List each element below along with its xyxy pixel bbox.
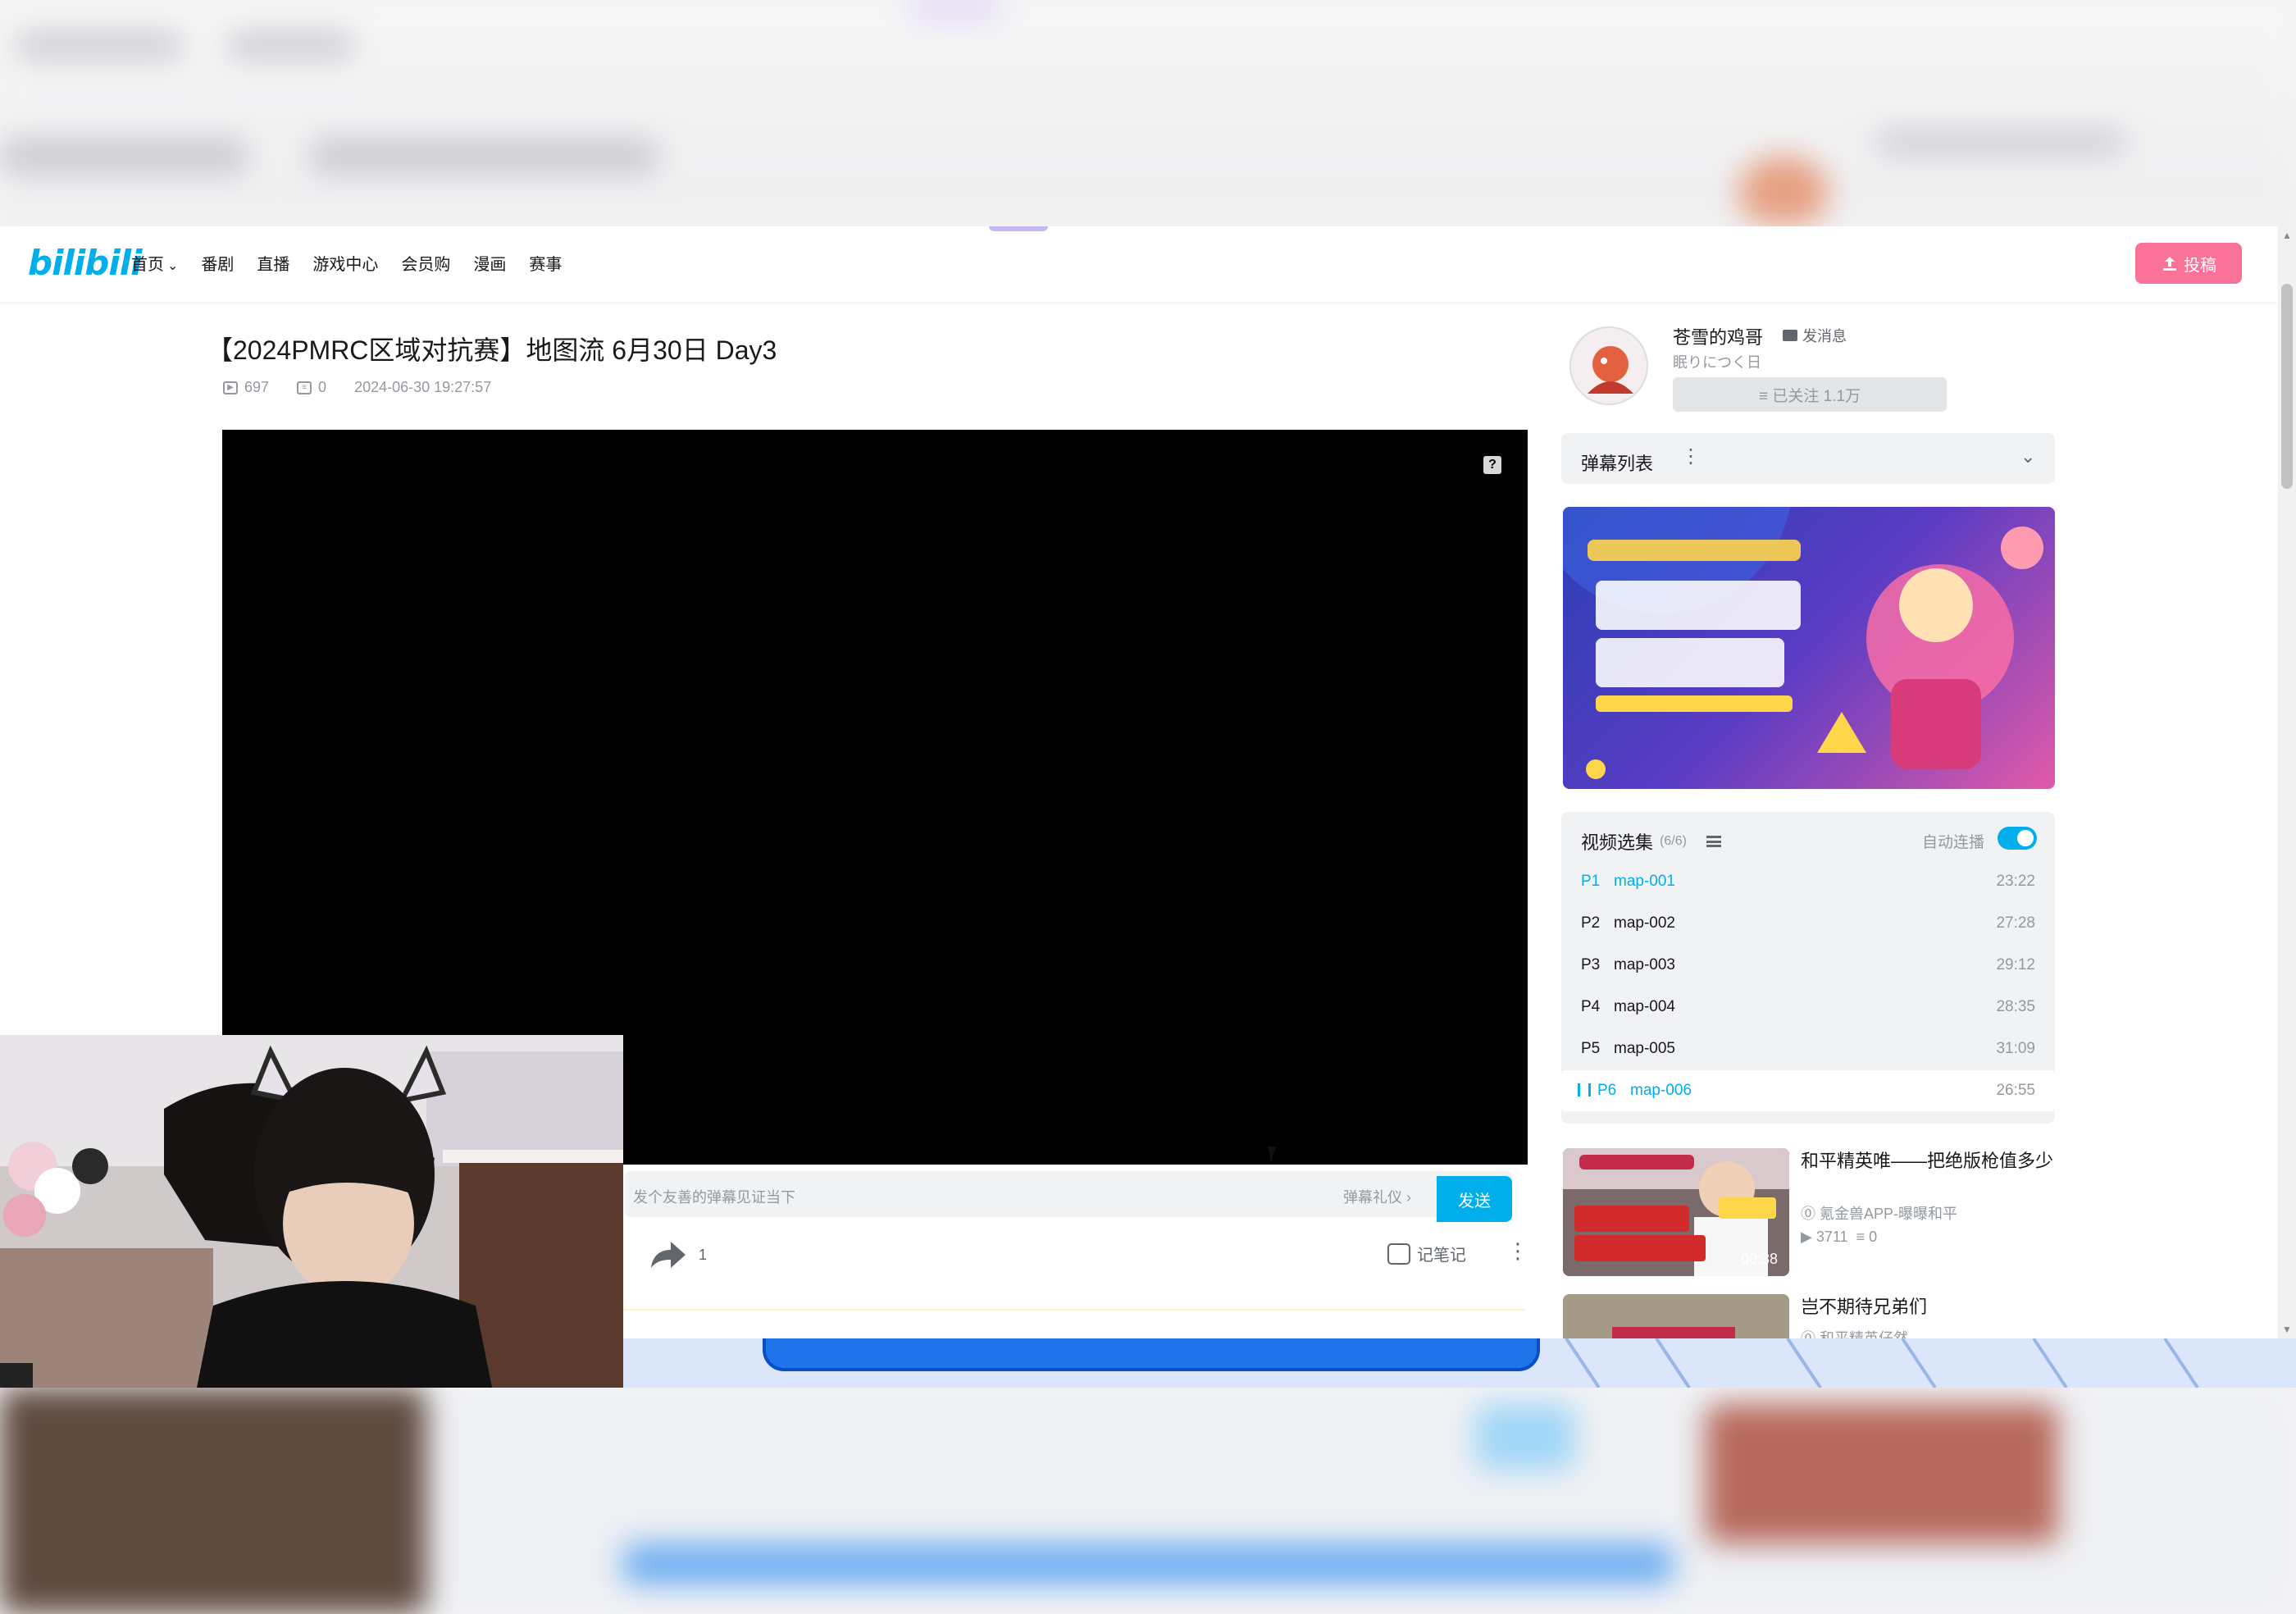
send-danmaku-button[interactable]: 发送 [1437,1176,1512,1222]
danmaku-placeholder: 发个友善的弹幕见证当下 [633,1189,795,1206]
episode-count: (6/6) [1660,834,1687,848]
bottom-game-banner [623,1338,2296,1388]
chevron-down-icon: ⌄ [167,259,179,273]
nav-home[interactable]: 首页 ⌄ [131,251,178,275]
header-indicator [989,226,1048,231]
danmaku-etiquette-link[interactable]: 弹幕礼仪 › [1343,1186,1411,1207]
uploader-name[interactable]: 苍雪的鸡哥 [1673,323,1763,349]
main-nav: 首页 ⌄ 番剧 直播 游戏中心 会员购 漫画 赛事 [131,251,562,275]
video-thumbnail[interactable] [1563,1294,1789,1338]
episode-list: 视频选集 (6/6) 自动连播 P1 map-001 23:22 P2 map-002… [1561,812,2055,1124]
upload-button[interactable]: 投稿 [2135,243,2242,284]
episode-item[interactable]: P3 map-003 29:12 [1561,945,2055,986]
episode-list-header: 视频选集 (6/6) [1581,828,1721,855]
recommended-title[interactable]: 岂不期待兄弟们 [1801,1296,2055,1319]
video-title: 【2024PMRC区域对抗赛】地图流 6月30日 Day3 [207,335,777,365]
share-icon[interactable] [648,1238,687,1271]
video-thumbnail[interactable]: 00:38 [1563,1148,1789,1276]
divider [623,1309,1525,1311]
episode-item-active[interactable]: P6 map-006 26:55 [1561,1070,2055,1111]
video-actions: 1 记笔记 ⋮ [623,1232,1528,1281]
page-scrollbar[interactable]: ▲ ▼ [2278,226,2296,1338]
autoplay-label: 自动连播 [1922,834,1985,851]
episode-item[interactable]: P2 map-002 27:28 [1561,903,2055,944]
video-meta: ▶ 697 ≡ 0 2024-06-30 19:27:57 [223,379,491,396]
upload-icon [2163,257,2176,271]
note-button[interactable]: 记笔记 [1387,1242,1466,1265]
more-icon[interactable]: ⋮ [1507,1240,1528,1261]
help-icon[interactable]: ? [1483,456,1501,474]
recommended-title[interactable]: 和平精英唯——把绝版枪值多少 [1801,1150,2055,1173]
list-icon[interactable] [1706,836,1721,847]
nav-game-center[interactable]: 游戏中心 [312,251,378,275]
blurred-bottom-area [0,1388,2296,1614]
danmaku-list-title: 弹幕列表 [1581,454,1654,474]
publish-date: 2024-06-30 19:27:57 [354,379,492,395]
top-header: bilibili 首页 ⌄ 番剧 直播 游戏中心 会员购 漫画 赛事 投稿 [0,226,2278,302]
streamer-webcam-overlay [0,1035,623,1388]
episode-item[interactable]: P1 map-001 23:22 [1561,861,2055,902]
follow-button[interactable]: ≡ 已关注 1.1万 [1673,377,1947,412]
autoplay-toggle[interactable] [1998,827,2037,850]
nav-manga[interactable]: 漫画 [473,251,506,275]
nav-esports[interactable]: 赛事 [529,251,562,275]
danmaku-count: 0 [318,379,327,395]
danmaku-input[interactable]: 发个友善的弹幕见证当下 弹幕礼仪 › [625,1171,1512,1217]
mail-icon [1783,330,1797,341]
episode-item[interactable]: P4 map-004 28:35 [1561,987,2055,1028]
recommended-author[interactable]: ⓪ 和平精英仔然 [1801,1327,1908,1338]
send-message-link[interactable]: 发消息 [1783,325,1847,346]
video-duration: 00:38 [1740,1251,1778,1267]
uploader-avatar[interactable] [1569,326,1648,405]
recommended-stats: ▶ 3711 ≡ 0 [1801,1229,1878,1245]
nav-anime[interactable]: 番剧 [201,251,234,275]
event-banner-ad[interactable] [1563,507,2055,789]
more-icon[interactable]: ⋮ [1681,445,1701,468]
share-count: 1 [699,1247,708,1263]
view-count: 697 [244,379,270,395]
playing-icon [1578,1083,1591,1097]
nav-mall[interactable]: 会员购 [401,251,450,275]
play-count-icon: ▶ [223,381,238,394]
blurred-top-area [0,0,2296,226]
scrollbar-thumb[interactable] [2281,284,2293,489]
uploader-signature: 眠りにつく日 [1673,354,1761,371]
recommended-video[interactable]: 00:38 和平精英唯——把绝版枪值多少 ⓪ 氪金兽APP-曝曝和平 ▶ 371… [1563,1148,2055,1279]
bilibili-logo[interactable]: bilibili [28,243,143,283]
danmaku-count-icon: ≡ [297,381,312,394]
scroll-down-icon[interactable]: ▼ [2282,1324,2292,1335]
scroll-up-icon[interactable]: ▲ [2282,230,2292,241]
recommended-video[interactable]: 岂不期待兄弟们 ⓪ 和平精英仔然 [1563,1294,2055,1338]
episode-item[interactable]: P5 map-005 31:09 [1561,1028,2055,1069]
nav-live[interactable]: 直播 [257,251,289,275]
chevron-down-icon[interactable]: ⌄ [2020,446,2035,467]
recommended-author[interactable]: ⓪ 氪金兽APP-曝曝和平 [1801,1202,1957,1224]
note-icon [1387,1242,1410,1265]
danmaku-list-panel[interactable]: 弹幕列表 ⋮ ⌄ [1561,433,2055,484]
